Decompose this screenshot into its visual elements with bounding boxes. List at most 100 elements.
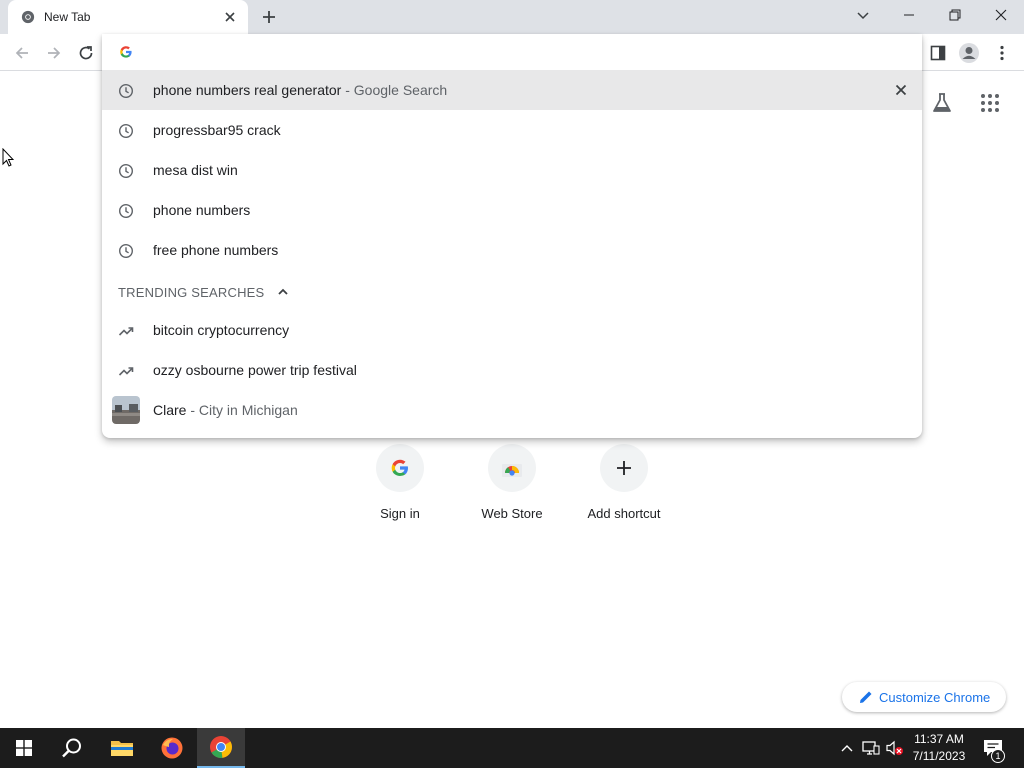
chrome-icon bbox=[210, 736, 232, 758]
forward-button[interactable] bbox=[42, 41, 66, 65]
address-bar-input[interactable] bbox=[146, 42, 846, 62]
trending-item[interactable]: bitcoin cryptocurrency bbox=[102, 310, 922, 350]
entity-name: Clare bbox=[153, 402, 187, 418]
network-tray-button[interactable] bbox=[862, 740, 880, 756]
side-panel-button[interactable] bbox=[925, 40, 951, 66]
shortcut-label: Add shortcut bbox=[587, 506, 661, 521]
chevron-down-icon bbox=[857, 12, 869, 20]
close-window-button[interactable] bbox=[978, 0, 1024, 30]
google-icon bbox=[120, 46, 132, 58]
shortcut-sign-in[interactable]: Sign in bbox=[350, 444, 450, 534]
reload-button[interactable] bbox=[74, 41, 98, 65]
entity-description: - City in Michigan bbox=[186, 402, 298, 418]
chevron-up-icon bbox=[841, 745, 853, 752]
tab-search-button[interactable] bbox=[840, 0, 886, 30]
history-icon bbox=[118, 123, 134, 139]
flask-icon bbox=[933, 93, 951, 112]
labs-button[interactable] bbox=[930, 91, 954, 115]
folder-icon bbox=[111, 741, 133, 756]
suggestion-suffix: - Google Search bbox=[341, 82, 448, 98]
arrow-right-icon bbox=[48, 47, 61, 59]
back-button[interactable] bbox=[10, 41, 34, 65]
suggestion-item[interactable]: mesa dist win bbox=[102, 150, 922, 190]
suggestion-text: ozzy osbourne power trip festival bbox=[153, 362, 357, 378]
trending-up-icon bbox=[118, 367, 134, 376]
tab-title: New Tab bbox=[44, 10, 91, 24]
tab-strip: New Tab bbox=[0, 0, 1024, 34]
suggestion-text: phone numbers bbox=[153, 202, 251, 218]
trending-up-icon bbox=[118, 327, 134, 336]
chevron-up-icon bbox=[278, 288, 289, 295]
restore-button[interactable] bbox=[932, 0, 978, 30]
more-vert-icon bbox=[1000, 45, 1004, 61]
shortcut-tile bbox=[600, 444, 648, 492]
web-store-icon bbox=[502, 464, 522, 477]
suggestion-item[interactable]: phone numbers real generator - Google Se… bbox=[102, 70, 922, 110]
customize-label: Customize Chrome bbox=[879, 689, 991, 705]
customize-chrome-button[interactable]: Customize Chrome bbox=[842, 682, 1006, 712]
search-icon bbox=[62, 738, 81, 758]
history-icon bbox=[118, 163, 134, 179]
omnibox-row bbox=[102, 34, 922, 70]
suggestion-text: Clare - City in Michigan bbox=[153, 402, 298, 418]
volume-muted-icon bbox=[886, 740, 903, 756]
suggestion-query: phone numbers real generator bbox=[153, 82, 342, 98]
history-icon bbox=[118, 243, 134, 259]
suggestion-text: bitcoin cryptocurrency bbox=[153, 322, 290, 338]
omnibox-dropdown: phone numbers real generator - Google Se… bbox=[102, 34, 922, 438]
mouse-cursor-icon bbox=[2, 148, 14, 167]
firefox-button[interactable] bbox=[148, 728, 196, 768]
suggestion-item[interactable]: progressbar95 crack bbox=[102, 110, 922, 150]
history-icon bbox=[118, 83, 134, 99]
show-hidden-icons-button[interactable] bbox=[838, 740, 856, 756]
google-icon bbox=[391, 459, 408, 476]
arrow-left-icon bbox=[15, 47, 28, 59]
city-thumbnail bbox=[112, 396, 140, 424]
volume-tray-button[interactable] bbox=[886, 740, 904, 756]
shortcut-web-store[interactable]: Web Store bbox=[462, 444, 562, 534]
side-panel-icon bbox=[930, 45, 946, 61]
shortcut-label: Web Store bbox=[481, 506, 543, 521]
suggestion-text: mesa dist win bbox=[153, 162, 238, 178]
chrome-icon bbox=[21, 10, 35, 24]
suggestion-text: progressbar95 crack bbox=[153, 122, 281, 138]
taskbar-clock[interactable]: 11:37 AM 7/11/2023 bbox=[906, 731, 972, 765]
apps-grid-icon bbox=[981, 94, 999, 112]
suggestion-item[interactable]: free phone numbers bbox=[102, 230, 922, 270]
clock-date: 7/11/2023 bbox=[912, 749, 966, 763]
shortcut-tile bbox=[376, 444, 424, 492]
tab-close-icon[interactable] bbox=[222, 9, 238, 25]
taskbar: 11:37 AM 7/11/2023 1 bbox=[0, 728, 1024, 768]
pencil-icon bbox=[860, 691, 872, 703]
profile-button[interactable] bbox=[956, 40, 982, 66]
start-button[interactable] bbox=[0, 728, 48, 768]
tab-new-tab[interactable]: New Tab bbox=[8, 0, 248, 34]
minimize-icon bbox=[904, 14, 914, 16]
plus-icon bbox=[617, 461, 631, 475]
shortcut-tile bbox=[488, 444, 536, 492]
minimize-button[interactable] bbox=[886, 0, 932, 30]
apps-button[interactable] bbox=[978, 91, 1002, 115]
restore-icon bbox=[949, 9, 961, 21]
trending-header-label: TRENDING SEARCHES bbox=[118, 284, 265, 300]
search-button[interactable] bbox=[48, 728, 96, 768]
windows-icon bbox=[16, 740, 32, 756]
file-explorer-button[interactable] bbox=[98, 728, 146, 768]
close-icon bbox=[995, 9, 1007, 21]
shortcut-label: Sign in bbox=[380, 506, 420, 521]
suggestion-item[interactable]: phone numbers bbox=[102, 190, 922, 230]
entity-suggestion[interactable]: Clare - City in Michigan bbox=[102, 390, 922, 430]
clock-time: 11:37 AM bbox=[914, 732, 964, 746]
remove-suggestion-icon[interactable] bbox=[893, 82, 909, 98]
avatar-icon bbox=[959, 43, 979, 63]
menu-button[interactable] bbox=[989, 40, 1015, 66]
new-tab-button[interactable] bbox=[258, 6, 280, 28]
chrome-taskbar-button[interactable] bbox=[197, 728, 245, 768]
trending-item[interactable]: ozzy osbourne power trip festival bbox=[102, 350, 922, 390]
history-icon bbox=[118, 203, 134, 219]
notification-count: 1 bbox=[991, 749, 1005, 763]
suggestion-text: phone numbers real generator - Google Se… bbox=[153, 82, 447, 98]
trending-header-toggle[interactable]: TRENDING SEARCHES bbox=[118, 284, 289, 300]
suggestion-text: free phone numbers bbox=[153, 242, 279, 258]
add-shortcut-button[interactable]: Add shortcut bbox=[574, 444, 674, 534]
